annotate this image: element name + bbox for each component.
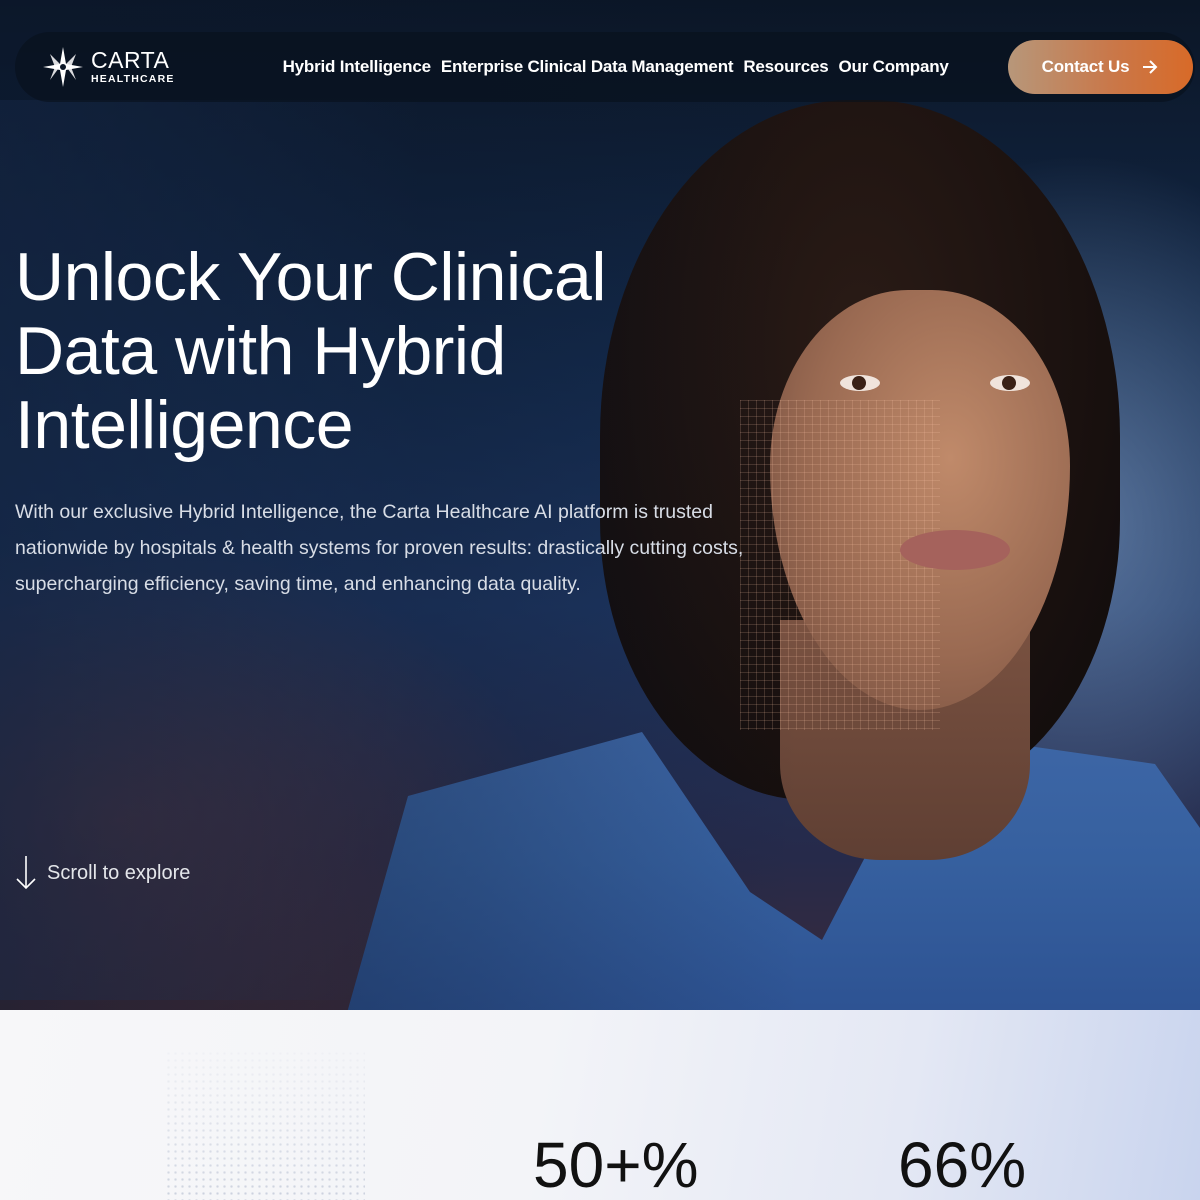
stat-value-2: 66% [898, 1129, 1027, 1200]
decorative-dot-pattern [165, 1050, 365, 1200]
portrait-lips [900, 530, 1010, 570]
brand-logo[interactable]: CARTA HEALTHCARE [41, 45, 175, 89]
arrow-right-icon [1143, 60, 1158, 74]
stat-value-1: 50+% [533, 1129, 699, 1200]
nav-link-our-company[interactable]: Our Company [838, 57, 948, 77]
stats-section: 50+% 66% [0, 1010, 1200, 1200]
portrait-eye-left [840, 375, 880, 391]
scroll-to-explore[interactable]: Scroll to explore [15, 855, 190, 891]
scroll-label: Scroll to explore [47, 861, 191, 884]
hero-section: Unlock Your Clinical Data with Hybrid In… [0, 0, 1200, 1010]
brand-name: CARTA [91, 47, 170, 74]
nav-link-enterprise-clinical-data-management[interactable]: Enterprise Clinical Data Management [441, 57, 734, 77]
arrow-down-icon [16, 856, 36, 890]
compass-star-icon [43, 47, 83, 87]
contact-us-label: Contact Us [1041, 57, 1130, 76]
nav-link-resources[interactable]: Resources [743, 57, 828, 77]
brand-subname: HEALTHCARE [91, 73, 175, 86]
hero-title: Unlock Your Clinical Data with Hybrid In… [15, 239, 606, 463]
contact-us-button[interactable]: Contact Us [1008, 40, 1193, 94]
top-navigation-bar: CARTA HEALTHCARE Hybrid Intelligence Ent… [15, 32, 1195, 102]
hero-description: With our exclusive Hybrid Intelligence, … [15, 501, 744, 595]
nav-links: Hybrid Intelligence Enterprise Clinical … [283, 57, 959, 77]
portrait-eye-right [990, 375, 1030, 391]
nav-link-hybrid-intelligence[interactable]: Hybrid Intelligence [283, 57, 431, 77]
